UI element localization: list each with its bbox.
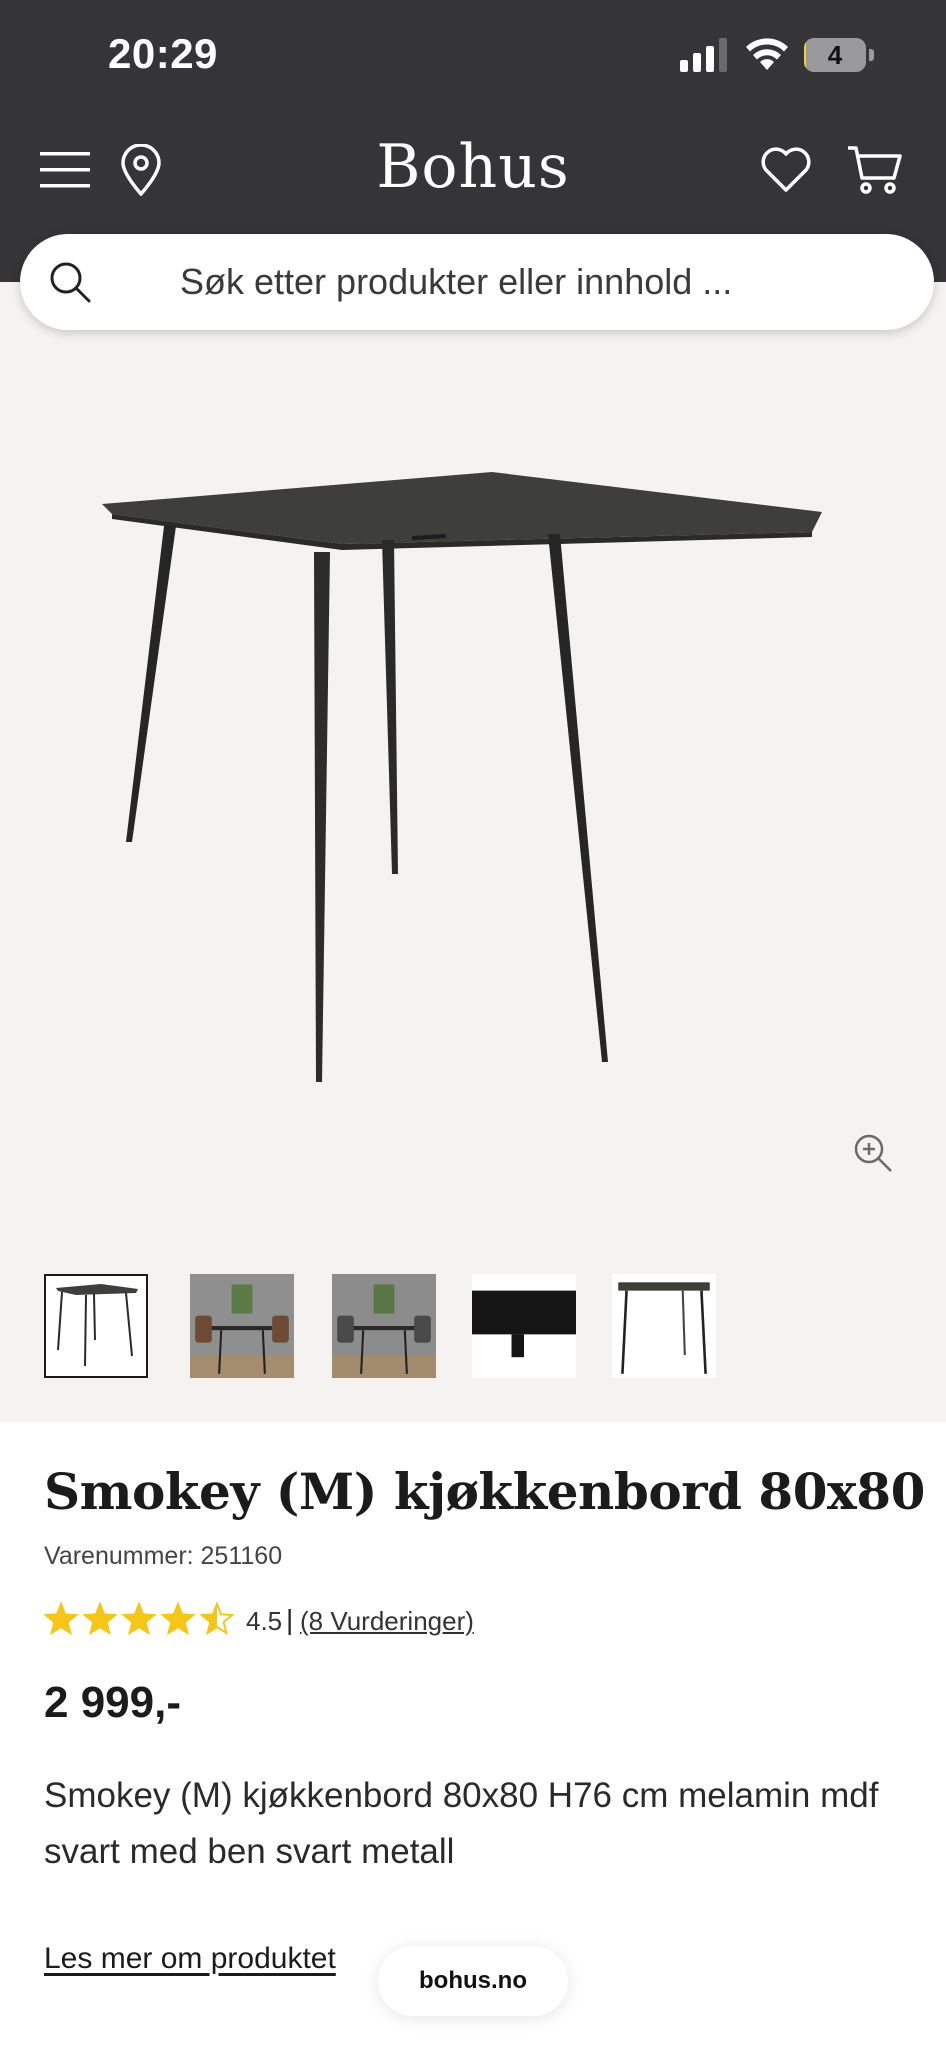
thumbnail-2[interactable] bbox=[190, 1274, 294, 1378]
thumbnail-table-icon bbox=[46, 1276, 146, 1376]
wifi-icon bbox=[746, 38, 788, 70]
status-time: 20:29 bbox=[108, 30, 218, 77]
product-description: Smokey (M) kjøkkenbord 80x80 H76 cm mela… bbox=[44, 1776, 879, 1871]
thumbnail-room-icon bbox=[190, 1274, 294, 1378]
thumbnail-strip bbox=[44, 1272, 904, 1382]
search-input[interactable] bbox=[180, 254, 880, 310]
search-icon[interactable] bbox=[48, 260, 92, 304]
browser-domain-pill[interactable]: bohus.no bbox=[378, 1946, 568, 2016]
cart-icon[interactable] bbox=[846, 144, 902, 196]
zoom-in-icon[interactable] bbox=[852, 1132, 894, 1174]
thumbnail-4[interactable] bbox=[472, 1274, 576, 1378]
product-image[interactable] bbox=[100, 462, 840, 1112]
thumbnail-side-icon bbox=[612, 1274, 716, 1378]
product-info: Smokey (M) kjøkkenbord 80x80 Varenummer:… bbox=[0, 1422, 946, 2046]
star-3 bbox=[121, 1602, 157, 1636]
product-price: 2 999,- bbox=[44, 1678, 181, 1727]
read-more-link[interactable]: Les mer om produktet bbox=[44, 1942, 336, 1976]
thumbnail-room-icon-2 bbox=[332, 1274, 436, 1378]
reviews-link[interactable]: (8 Vurderinger) bbox=[300, 1606, 474, 1637]
thumbnail-3[interactable] bbox=[332, 1274, 436, 1378]
thumbnail-5[interactable] bbox=[612, 1274, 716, 1378]
star-1 bbox=[44, 1602, 79, 1636]
status-bar: 20:29 4 bbox=[0, 0, 946, 112]
product-rating: 4.5 | (8 Vurderinger) bbox=[44, 1602, 744, 1642]
thumbnail-detail-icon bbox=[472, 1274, 576, 1378]
product-gallery bbox=[0, 282, 946, 1422]
star-5 bbox=[199, 1602, 234, 1636]
cellular-signal-icon bbox=[680, 38, 727, 72]
nav-bar: Bohus bbox=[0, 120, 946, 220]
product-sku: Varenummer: 251160 bbox=[44, 1542, 283, 1570]
product-title: Smokey (M) kjøkkenbord 80x80 bbox=[44, 1462, 925, 1521]
thumbnail-1[interactable] bbox=[44, 1274, 148, 1378]
battery-icon: 4 bbox=[804, 38, 874, 72]
rating-value: 4.5 bbox=[246, 1606, 283, 1636]
star-4 bbox=[160, 1602, 196, 1636]
rating-separator: | bbox=[286, 1604, 294, 1635]
star-rating-icon bbox=[44, 1602, 234, 1636]
star-2 bbox=[82, 1602, 118, 1636]
wishlist-heart-icon[interactable] bbox=[760, 146, 812, 194]
search-bar[interactable] bbox=[20, 234, 934, 330]
battery-level: 4 bbox=[827, 40, 843, 70]
